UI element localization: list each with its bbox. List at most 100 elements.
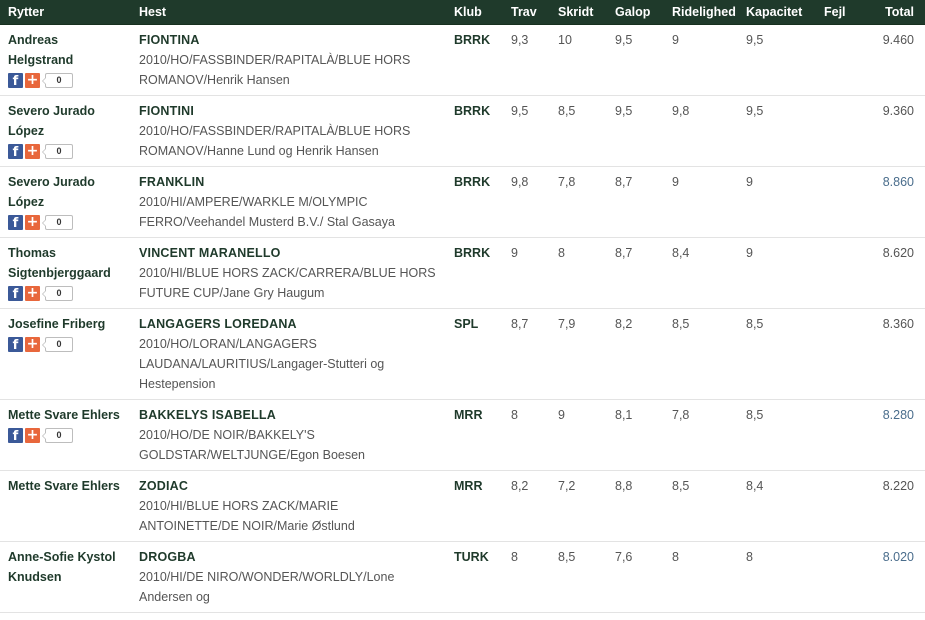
horse-details: 2010/HI/BLUE HORS ZACK/MARIE ANTOINETTE/… [139,499,355,533]
club-cell: MRR [446,470,503,542]
rider-name: Severo Jurado López [8,175,95,209]
galop-score: 9,5 [607,95,664,167]
kapacitet-score: 9 [738,237,816,309]
rider-cell: Andreas Helgstrand f + 0 [0,24,131,96]
kapacitet-score: 9,5 [738,95,816,167]
add-share-icon[interactable]: + [25,427,40,443]
horse-name: FRANKLIN [139,175,205,189]
rider-cell: Severo Jurado López f + 0 [0,95,131,167]
facebook-share-icon[interactable]: f [8,214,23,230]
header-total[interactable]: Total [856,0,925,25]
share-widget: f + 0 [8,213,123,231]
skridt-score: 9 [550,399,607,471]
total-score[interactable]: 8.280 [856,399,925,471]
total-score[interactable]: 8.020 [856,541,925,613]
rider-cell: Thomas Sigtenbjerggaard f + 0 [0,237,131,309]
add-share-icon[interactable]: + [25,336,40,352]
kapacitet-score: 8,5 [738,399,816,471]
header-rytter[interactable]: Rytter [0,0,131,25]
kapacitet-score: 8,4 [738,470,816,542]
horse-cell: BAKKELYS ISABELLA 2010/HO/DE NOIR/BAKKEL… [131,399,446,471]
add-share-icon[interactable]: + [25,285,40,301]
rider-cell: Mette Svare Ehlers f + 0 [0,399,131,471]
header-hest[interactable]: Hest [131,0,446,25]
galop-score: 8,1 [607,399,664,471]
horse-details: 2010/HO/LORAN/LANGAGERS LAUDANA/LAURITIU… [139,337,385,391]
share-widget: f + 0 [8,284,123,302]
add-share-icon[interactable]: + [25,143,40,159]
facebook-share-icon[interactable]: f [8,336,23,352]
share-count: 0 [42,285,73,301]
horse-details: 2010/HO/FASSBINDER/RAPITALÀ/BLUE HORS RO… [139,53,411,87]
kapacitet-score: 9,5 [738,24,816,96]
skridt-score: 8,5 [550,95,607,167]
fejl-score [816,237,856,309]
horse-name: FIONTINI [139,104,195,118]
horse-cell: FIONTINA 2010/HO/FASSBINDER/RAPITALÀ/BLU… [131,24,446,96]
club-cell: SPL [446,308,503,400]
rider-cell: Severo Jurado López f + 0 [0,166,131,238]
facebook-share-icon[interactable]: f [8,285,23,301]
fejl-score [816,399,856,471]
kapacitet-score: 9 [738,166,816,238]
skridt-score: 10 [550,24,607,96]
fejl-score [816,166,856,238]
facebook-share-icon[interactable]: f [8,143,23,159]
fejl-score [816,541,856,613]
header-ridelighed[interactable]: Ridelighed [664,0,738,25]
add-share-icon[interactable]: + [25,214,40,230]
total-score: 8.220 [856,470,925,542]
horse-details: 2010/HI/AMPERE/WARKLE M/OLYMPIC FERRO/Ve… [139,195,395,229]
header-klub[interactable]: Klub [446,0,503,25]
total-score: 9.460 [856,24,925,96]
total-score[interactable]: 8.860 [856,166,925,238]
header-skridt[interactable]: Skridt [550,0,607,25]
table-row: Severo Jurado López f + 0 FRANKLIN 2010/… [0,166,925,238]
trav-score: 8 [503,399,550,471]
skridt-score: 7,2 [550,470,607,542]
horse-cell: VINCENT MARANELLO 2010/HI/BLUE HORS ZACK… [131,237,446,309]
rider-name: Andreas Helgstrand [8,33,74,67]
horse-cell: ZODIAC 2010/HI/BLUE HORS ZACK/MARIE ANTO… [131,470,446,542]
ridelighed-score: 9 [664,166,738,238]
table-row: Anne-Sofie Kystol Knudsen DROGBA 2010/HI… [0,541,925,613]
ridelighed-score: 8,4 [664,237,738,309]
table-row: Thomas Sigtenbjerggaard f + 0 VINCENT MA… [0,237,925,309]
horse-name: DROGBA [139,550,196,564]
horse-name: FIONTINA [139,33,200,47]
facebook-share-icon[interactable]: f [8,427,23,443]
trav-score: 8,2 [503,470,550,542]
results-table: Rytter Hest Klub Trav Skridt Galop Ridel… [0,0,925,613]
table-row: Mette Svare Ehlers ZODIAC 2010/HI/BLUE H… [0,470,925,542]
add-share-icon[interactable]: + [25,72,40,88]
horse-details: 2010/HI/BLUE HORS ZACK/CARRERA/BLUE HORS… [139,266,436,300]
rider-cell: Anne-Sofie Kystol Knudsen [0,541,131,613]
share-count: 0 [42,214,73,230]
facebook-share-icon[interactable]: f [8,72,23,88]
table-row: Mette Svare Ehlers f + 0 BAKKELYS ISABEL… [0,399,925,471]
fejl-score [816,24,856,96]
galop-score: 8,8 [607,470,664,542]
table-body: Andreas Helgstrand f + 0 FIONTINA 2010/H… [0,24,925,613]
total-score: 8.620 [856,237,925,309]
ridelighed-score: 9 [664,24,738,96]
header-kapacitet[interactable]: Kapacitet [738,0,816,25]
horse-name: BAKKELYS ISABELLA [139,408,276,422]
skridt-score: 7,8 [550,166,607,238]
table-header-row: Rytter Hest Klub Trav Skridt Galop Ridel… [0,0,925,25]
trav-score: 8 [503,541,550,613]
header-fejl[interactable]: Fejl [816,0,856,25]
fejl-score [816,308,856,400]
share-count: 0 [42,336,73,352]
header-trav[interactable]: Trav [503,0,550,25]
skridt-score: 8,5 [550,541,607,613]
trav-score: 9,8 [503,166,550,238]
horse-cell: DROGBA 2010/HI/DE NIRO/WONDER/WORLDLY/Lo… [131,541,446,613]
share-widget: f + 0 [8,142,123,160]
total-score: 8.360 [856,308,925,400]
club-cell: BRRK [446,237,503,309]
header-galop[interactable]: Galop [607,0,664,25]
rider-name: Mette Svare Ehlers [8,479,120,493]
horse-cell: FRANKLIN 2010/HI/AMPERE/WARKLE M/OLYMPIC… [131,166,446,238]
rider-name: Mette Svare Ehlers [8,408,120,422]
